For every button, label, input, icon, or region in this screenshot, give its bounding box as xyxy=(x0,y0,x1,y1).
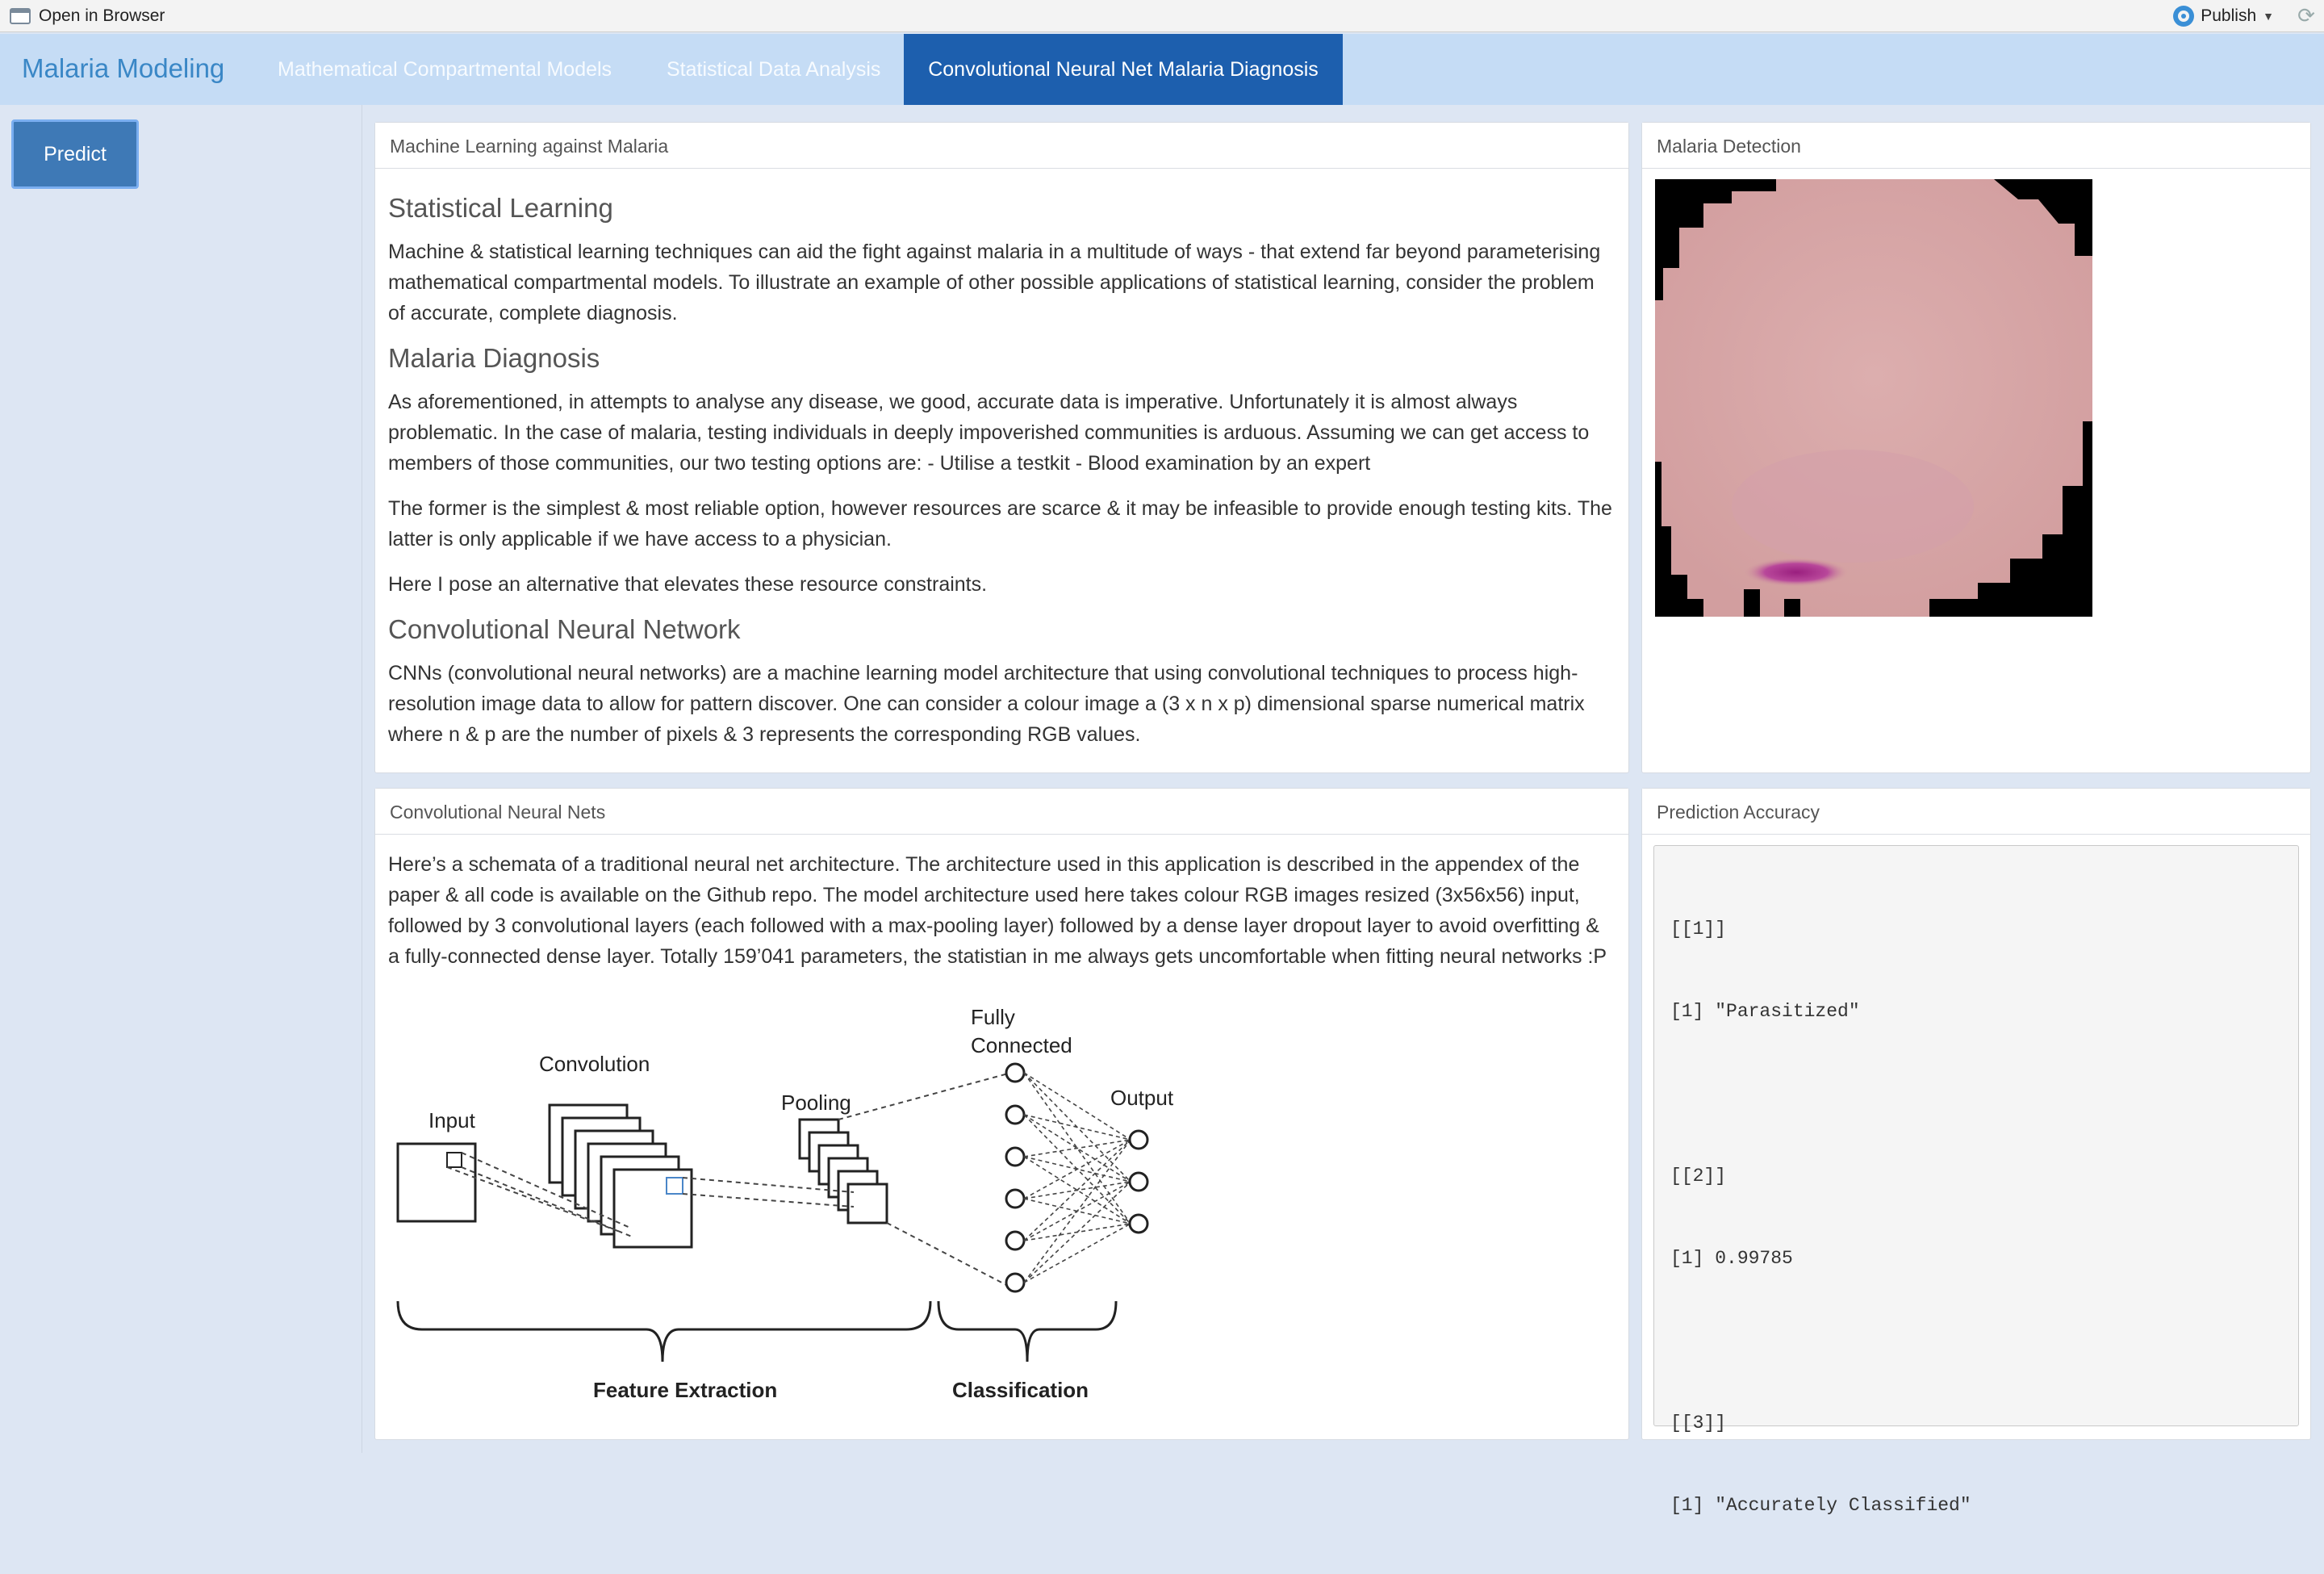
malaria-detection-panel: Malaria Detection xyxy=(1641,122,2311,773)
panel-heading: Machine Learning against Malaria xyxy=(375,123,1628,169)
viewer-toolbar: Open in Browser Publish ▼ ⟳ xyxy=(0,0,2324,32)
section-title: Malaria Diagnosis xyxy=(388,343,600,373)
diagram-label-connected: Connected xyxy=(971,1033,1072,1057)
output-line: [1] "Parasitized" xyxy=(1670,1001,1860,1022)
paragraph: Here’s a schemata of a traditional neura… xyxy=(388,853,1607,968)
output-line: [[1]] xyxy=(1670,919,1727,940)
output-line: [[3]] xyxy=(1670,1413,1727,1434)
diagram-label-fully: Fully xyxy=(971,1007,1015,1029)
sidebar: Predict xyxy=(0,105,362,1453)
prediction-accuracy-panel: Prediction Accuracy [[1]] [1] "Parasitiz… xyxy=(1641,788,2311,1516)
output-line: [[2]] xyxy=(1670,1166,1727,1187)
paragraph: Here I pose an alternative that elevates… xyxy=(388,573,988,596)
refresh-icon[interactable]: ⟳ xyxy=(2295,4,2318,27)
predict-button[interactable]: Predict xyxy=(11,119,139,189)
prediction-output: [[1]] [1] "Parasitized" [[2]] [1] 0.9978… xyxy=(1653,845,2299,1516)
diagram-label-feature-extraction: Feature Extraction xyxy=(593,1378,777,1402)
publish-button[interactable]: Publish ▼ xyxy=(2173,6,2274,27)
navbar: Malaria Modeling Mathematical Compartmen… xyxy=(0,34,2324,105)
tab-mathematical-compartmental-models[interactable]: Mathematical Compartmental Models xyxy=(255,34,634,105)
diagram-label-output: Output xyxy=(1110,1086,1174,1110)
publish-label: Publish xyxy=(2201,6,2257,25)
paragraph: The former is the simplest & most reliab… xyxy=(388,497,1612,550)
section-title: Convolutional Neural Network xyxy=(388,614,741,644)
tab-statistical-data-analysis[interactable]: Statistical Data Analysis xyxy=(644,34,903,105)
tab-cnn-malaria-diagnosis[interactable]: Convolutional Neural Net Malaria Diagnos… xyxy=(904,34,1343,105)
output-line: [1] 0.99785 xyxy=(1670,1248,1793,1269)
diagram-label-pooling: Pooling xyxy=(781,1090,851,1115)
paragraph: CNNs (convolutional neural networks) are… xyxy=(388,662,1585,746)
publish-icon xyxy=(2173,6,2195,27)
chevron-down-icon: ▼ xyxy=(2263,10,2274,23)
paragraph: Machine & statistical learning technique… xyxy=(388,241,1601,324)
paragraph: As aforementioned, in attempts to analys… xyxy=(388,391,1590,475)
panel-heading: Malaria Detection xyxy=(1642,123,2310,169)
diagram-label-classification: Classification xyxy=(952,1378,1089,1402)
panel-body: Statistical Learning Machine & statistic… xyxy=(375,193,1628,750)
app-brand[interactable]: Malaria Modeling xyxy=(22,53,224,84)
open-in-browser-button[interactable]: Open in Browser xyxy=(10,6,165,26)
machine-learning-panel: Machine Learning against Malaria Statist… xyxy=(374,122,1629,773)
diagram-label-convolution: Convolution xyxy=(539,1052,650,1076)
convolutional-neural-nets-panel: Convolutional Neural Nets Here’s a schem… xyxy=(374,788,1629,1440)
open-in-browser-label: Open in Browser xyxy=(39,6,165,25)
diagram-label-input: Input xyxy=(428,1108,476,1132)
panel-heading: Convolutional Neural Nets xyxy=(375,789,1628,835)
blood-cell-image xyxy=(1655,179,2092,617)
browser-window-icon xyxy=(10,8,31,24)
panel-heading: Prediction Accuracy xyxy=(1642,789,2310,835)
section-title: Statistical Learning xyxy=(388,193,613,223)
output-line: [1] "Accurately Classified" xyxy=(1670,1495,1971,1516)
cnn-architecture-diagram: Input Convolution Pooling Fully Connecte… xyxy=(390,1005,1197,1418)
